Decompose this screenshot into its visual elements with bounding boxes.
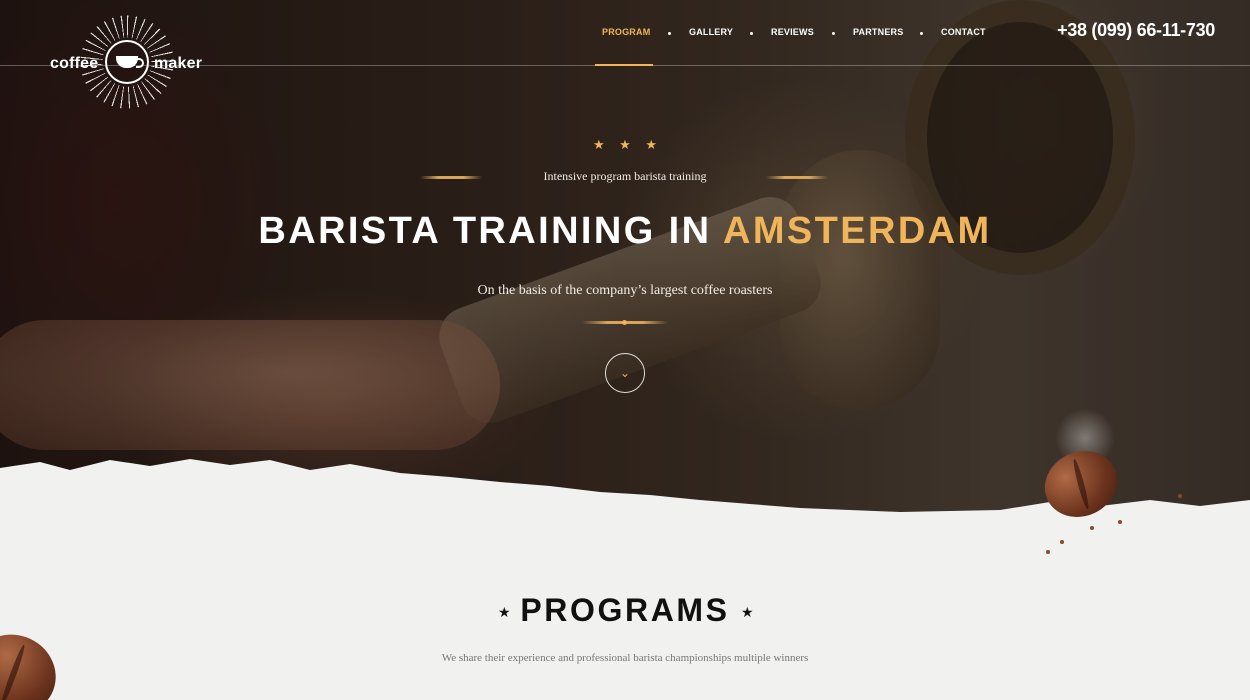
nav-item-partners[interactable]: PARTNERS [853,27,903,37]
logo-word-coffee[interactable]: coffee [50,55,98,73]
headline-main: BARISTA TRAINING IN [258,210,712,252]
hero-subheadline: On the basis of the company’s largest co… [477,283,773,298]
star-icon: ★ [645,137,657,152]
hero-divider-dot [622,320,627,325]
nav-item-contact[interactable]: CONTACT [941,27,986,37]
hero-headline: BARISTA TRAINING IN AMSTERDAM [0,210,1250,253]
programs-subtitle: We share their experience and profession… [441,652,809,664]
nav-separator [832,32,835,35]
nav-separator [920,32,923,35]
logo-cup-icon[interactable] [105,40,149,84]
tagline-ornament-right [766,176,828,179]
chevron-down-icon: ⌄ [619,366,631,380]
nav-separator [668,32,671,35]
logo-word-maker[interactable]: maker [154,55,202,73]
coffee-crumb [1090,526,1094,530]
nav-active-indicator [595,64,653,66]
coffee-crumb [1178,494,1182,498]
star-icon: ★ [619,137,631,152]
nav-separator [750,32,753,35]
coffee-crumb [1118,520,1122,524]
programs-title: PROGRAMS [520,592,730,628]
headline-accent: AMSTERDAM [723,210,992,252]
scroll-down-button[interactable]: ⌄ [605,353,645,393]
coffee-crumb [1060,540,1064,544]
nav-item-reviews[interactable]: REVIEWS [771,27,814,37]
hero-tagline: Intensive program barista training [543,169,707,183]
nav-item-program[interactable]: PROGRAM [602,27,650,37]
nav-item-gallery[interactable]: GALLERY [689,27,733,37]
coffee-crumb [1046,550,1050,554]
phone-number-link[interactable]: +38 (099) 66-11-730 [1057,20,1215,41]
rating-stars: ★ ★ ★ [593,137,657,152]
star-icon: ★ [593,137,605,152]
star-icon: ★ [741,604,754,620]
